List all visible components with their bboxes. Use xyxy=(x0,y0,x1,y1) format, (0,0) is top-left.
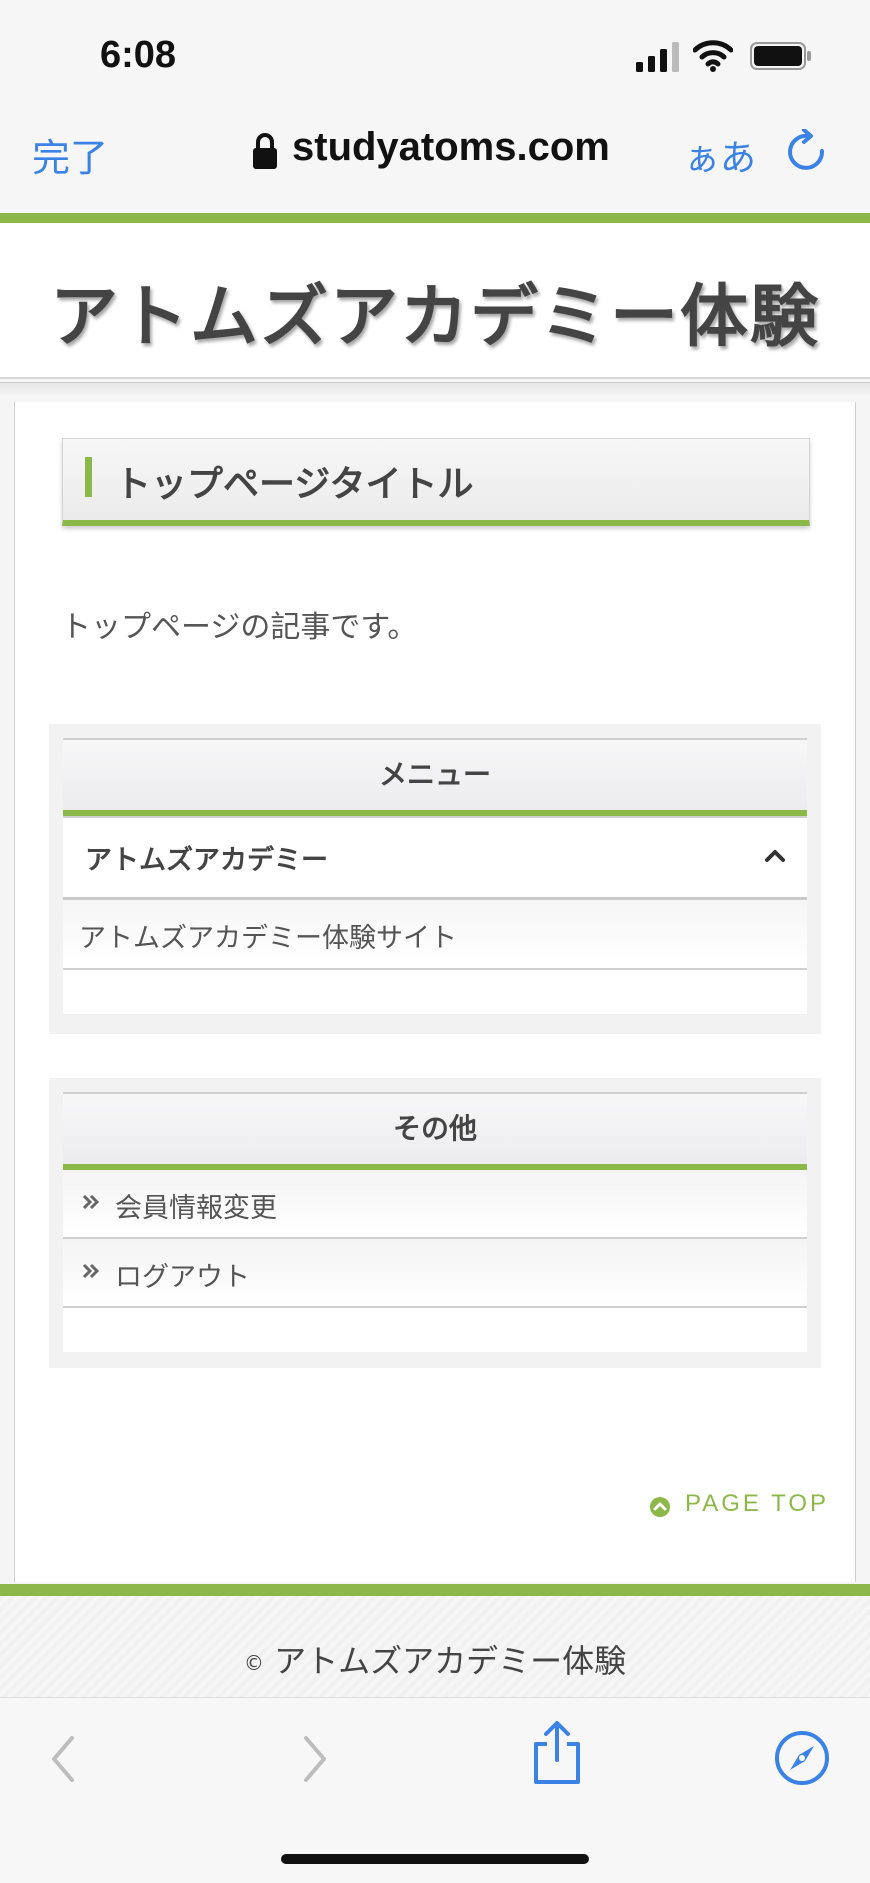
heading-accent xyxy=(85,457,92,497)
chevron-up-icon[interactable] xyxy=(761,844,789,866)
other-widget-inner: その他 会員情報変更 ログアウト xyxy=(63,1092,807,1352)
url-domain[interactable]: studyatoms.com xyxy=(292,125,610,170)
footer-accent-bar xyxy=(0,1584,870,1596)
text-size-button[interactable]: ぁあ xyxy=(684,129,756,181)
forward-icon[interactable] xyxy=(300,1734,330,1784)
copyright-symbol: © xyxy=(243,1651,264,1675)
status-bar: 6:08 xyxy=(0,0,870,105)
header-divider xyxy=(0,382,870,396)
status-time: 6:08 xyxy=(100,34,177,76)
done-button[interactable]: 完了 xyxy=(32,127,108,182)
back-icon[interactable] xyxy=(48,1734,78,1784)
menu-widget-inner: メニュー アトムズアカデミー アトムズアカデミー体験サイト xyxy=(63,738,807,1014)
widget-spacer xyxy=(63,1308,807,1352)
home-indicator[interactable] xyxy=(281,1854,589,1864)
copyright-text: アトムズアカデミー体験 xyxy=(274,1642,627,1680)
reload-icon[interactable] xyxy=(784,129,830,175)
page-title: トップページタイトル xyxy=(115,464,474,505)
site-title[interactable]: アトムズアカデミー体験 xyxy=(0,261,870,360)
share-icon[interactable] xyxy=(530,1720,584,1786)
page-heading: トップページタイトル xyxy=(62,438,810,526)
accordion-header[interactable]: アトムズアカデミー xyxy=(63,816,807,900)
menu-link-label: アトムズアカデミー体験サイト xyxy=(79,923,457,954)
menu-widget: メニュー アトムズアカデミー アトムズアカデミー体験サイト xyxy=(49,724,821,1034)
compass-icon[interactable] xyxy=(774,1730,830,1786)
widget-spacer xyxy=(63,970,807,1014)
wifi-icon xyxy=(693,40,733,72)
page-top-label: PAGE TOP xyxy=(685,1490,830,1517)
double-chevron-icon xyxy=(82,1194,100,1210)
menu-link-item[interactable]: アトムズアカデミー体験サイト xyxy=(63,900,807,970)
member-info-label: 会員情報変更 xyxy=(115,1193,277,1224)
browser-url-bar: 完了 studyatoms.com ぁあ xyxy=(0,105,870,213)
double-chevron-icon xyxy=(82,1263,100,1279)
menu-widget-title: メニュー xyxy=(63,738,807,816)
battery-icon xyxy=(750,42,811,70)
article-body: トップページの記事です。 xyxy=(61,610,418,645)
site-header: アトムズアカデミー体験 xyxy=(0,223,870,379)
main-content: トップページタイトル トップページの記事です。 メニュー アトムズアカデミー ア… xyxy=(14,402,856,1582)
logout-label: ログアウト xyxy=(115,1262,250,1293)
other-widget: その他 会員情報変更 ログアウト xyxy=(49,1078,821,1368)
page-top-icon xyxy=(650,1497,670,1517)
logout-link[interactable]: ログアウト xyxy=(63,1239,807,1308)
other-widget-title: その他 xyxy=(63,1092,807,1170)
copyright: © アトムズアカデミー体験 xyxy=(0,1636,870,1682)
site-footer: © アトムズアカデミー体験 xyxy=(0,1596,870,1698)
lock-icon xyxy=(253,133,277,169)
header-accent-bar xyxy=(0,213,870,223)
accordion-label: アトムズアカデミー xyxy=(85,845,328,876)
member-info-link[interactable]: 会員情報変更 xyxy=(63,1170,807,1239)
signal-icon xyxy=(636,42,679,72)
